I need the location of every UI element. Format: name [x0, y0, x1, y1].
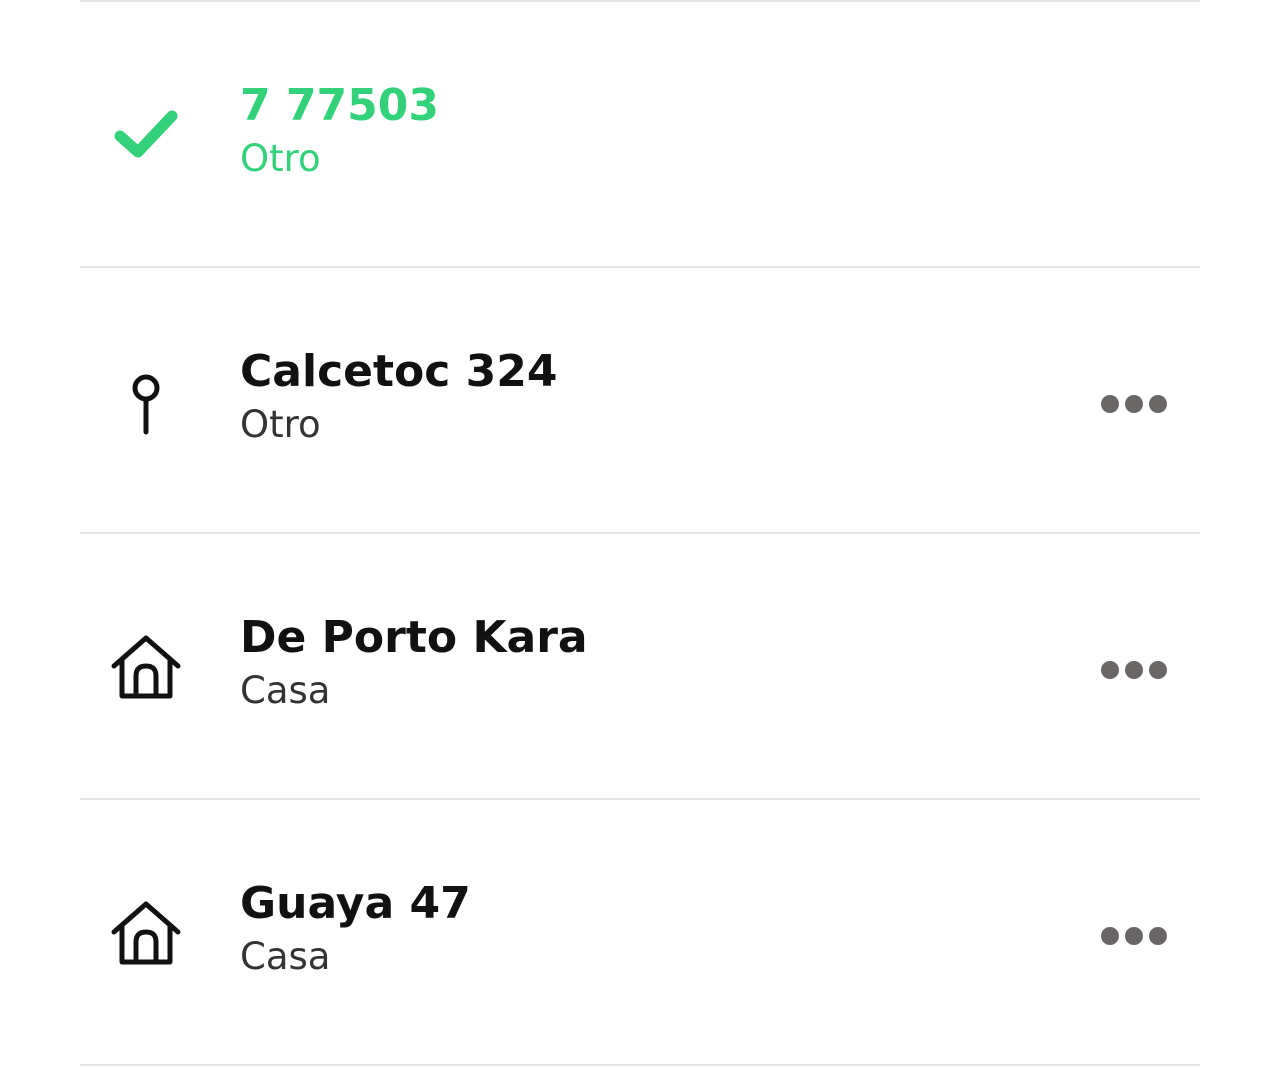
address-type-label: Casa	[240, 669, 331, 712]
address-title: De Porto Kara	[240, 612, 588, 663]
dot	[1125, 927, 1143, 945]
address-item[interactable]: Calcetoc 324 Otro	[80, 268, 1200, 532]
home-icon	[110, 632, 182, 704]
dot	[1125, 395, 1143, 413]
address-type-label: Casa	[240, 935, 331, 978]
dot	[1101, 395, 1119, 413]
dot	[1101, 661, 1119, 679]
dot	[1149, 927, 1167, 945]
dot	[1149, 395, 1167, 413]
address-type-label: Otro	[240, 137, 321, 180]
address-item[interactable]: Guaya 47 Casa	[80, 800, 1200, 1064]
more-options-icon[interactable]	[1088, 916, 1180, 956]
address-title: Calcetoc 324	[240, 346, 558, 397]
dot	[1149, 661, 1167, 679]
dot	[1101, 927, 1119, 945]
divider	[80, 1064, 1200, 1066]
more-options-icon[interactable]	[1088, 384, 1180, 424]
check-icon	[110, 100, 182, 172]
more-options-icon[interactable]	[1088, 650, 1180, 690]
address-list: 7 77503 Otro Calcetoc 324 Otro De Porto …	[0, 0, 1280, 1068]
address-item[interactable]: De Porto Kara Casa	[80, 534, 1200, 798]
address-title: Guaya 47	[240, 878, 471, 929]
location-pin-icon	[110, 366, 182, 438]
address-item-selected[interactable]: 7 77503 Otro	[80, 2, 1200, 266]
address-type-label: Otro	[240, 403, 321, 446]
address-title: 7 77503	[240, 80, 440, 131]
dot	[1125, 661, 1143, 679]
home-icon	[110, 898, 182, 970]
